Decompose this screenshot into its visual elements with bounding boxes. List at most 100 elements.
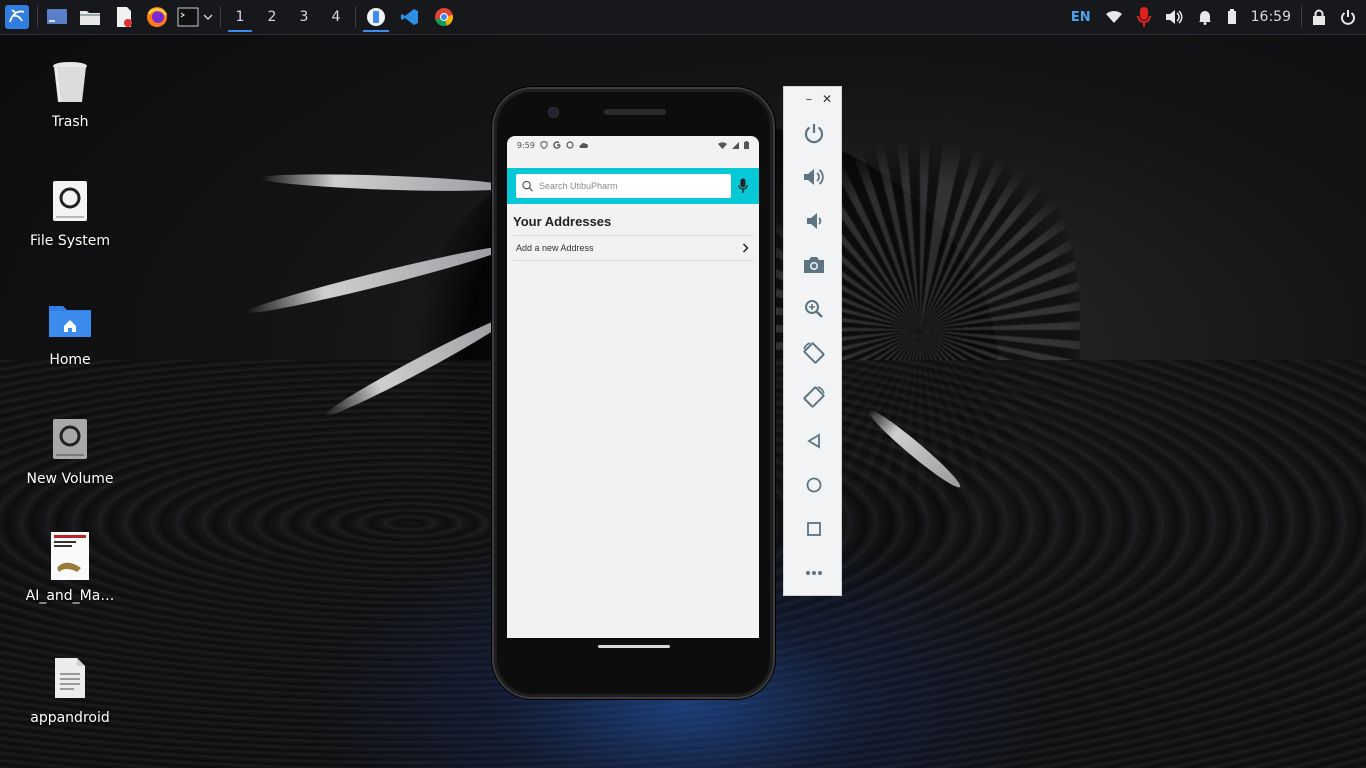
volume-down-icon bbox=[806, 213, 821, 229]
show-desktop-button[interactable] bbox=[41, 0, 73, 34]
drive-icon bbox=[53, 181, 87, 221]
search-input[interactable] bbox=[533, 181, 725, 191]
battery-icon bbox=[744, 141, 749, 149]
camera-icon bbox=[803, 257, 824, 273]
more-options-button[interactable] bbox=[784, 551, 843, 595]
android-emulator-icon bbox=[367, 8, 385, 26]
cloud-icon bbox=[579, 142, 588, 148]
emulator-toolbar: – ✕ bbox=[783, 86, 842, 596]
drive-icon bbox=[53, 419, 87, 459]
wifi-icon bbox=[718, 141, 727, 149]
chrome-window-button[interactable] bbox=[427, 0, 461, 34]
desktop-icon-label: AI_and_Ma… bbox=[25, 588, 115, 604]
clock[interactable]: 16:59 bbox=[1244, 0, 1298, 34]
phone-screen[interactable]: 9:59 Your Addresses Add bbox=[507, 136, 759, 638]
home-button[interactable] bbox=[784, 463, 843, 507]
desktop-icon-file-system[interactable]: File System bbox=[14, 177, 126, 249]
sync-icon bbox=[566, 141, 574, 149]
text-editor-icon bbox=[117, 7, 132, 27]
workspace-1-button[interactable]: 1 bbox=[224, 0, 256, 34]
volume-button[interactable] bbox=[1158, 0, 1190, 34]
desktop-icon-label: Trash bbox=[51, 114, 89, 130]
terminal-icon bbox=[177, 7, 199, 27]
workspace-4-button[interactable]: 4 bbox=[320, 0, 352, 34]
vscode-icon bbox=[401, 9, 418, 25]
volume-down-button[interactable] bbox=[784, 199, 843, 243]
add-address-label: Add a new Address bbox=[516, 243, 594, 253]
chrome-icon bbox=[435, 8, 454, 27]
home-circle-icon bbox=[806, 477, 821, 493]
volume-up-button[interactable] bbox=[784, 155, 843, 199]
logout-button[interactable] bbox=[1333, 0, 1366, 34]
desktop-icon-appandroid[interactable]: appandroid bbox=[14, 654, 126, 726]
desktop-icon-ai-book-pdf[interactable]: AI_and_Ma… bbox=[14, 532, 126, 604]
kali-menu-button[interactable] bbox=[0, 0, 34, 34]
search-box[interactable] bbox=[516, 174, 731, 198]
add-address-row[interactable]: Add a new Address bbox=[513, 236, 753, 260]
microphone-icon bbox=[738, 178, 748, 193]
back-triangle-icon bbox=[806, 433, 820, 449]
cell-signal-icon bbox=[732, 141, 739, 149]
android-emulator-device: 9:59 Your Addresses Add bbox=[492, 87, 775, 699]
rotate-left-icon bbox=[802, 342, 824, 364]
system-tray: EN 16:59 bbox=[1064, 0, 1366, 34]
battery-indicator[interactable] bbox=[1220, 0, 1244, 34]
speaker-icon bbox=[1165, 10, 1183, 24]
rotate-right-button[interactable] bbox=[784, 375, 843, 419]
lock-screen-button[interactable] bbox=[1305, 0, 1333, 34]
desktop-icon-new-volume[interactable]: New Volume bbox=[14, 415, 126, 487]
vscode-window-button[interactable] bbox=[393, 0, 427, 34]
microphone-muted-icon bbox=[1136, 7, 1151, 27]
terminal-launcher[interactable] bbox=[173, 0, 217, 34]
front-camera bbox=[548, 107, 559, 118]
emulator-window-controls: – ✕ bbox=[784, 87, 841, 111]
text-file-icon bbox=[55, 658, 85, 698]
rotate-left-button[interactable] bbox=[784, 331, 843, 375]
power-icon bbox=[1341, 10, 1355, 25]
overview-button[interactable] bbox=[784, 507, 843, 551]
divider bbox=[513, 260, 753, 261]
google-icon bbox=[553, 141, 561, 149]
rotate-right-icon bbox=[803, 386, 825, 408]
file-manager-launcher[interactable] bbox=[73, 0, 107, 34]
gesture-home-bar[interactable] bbox=[598, 645, 670, 648]
desktop-icon-trash[interactable]: Trash bbox=[14, 58, 126, 130]
chevron-down-icon[interactable] bbox=[203, 12, 213, 22]
pdf-thumbnail-icon bbox=[51, 532, 89, 580]
screenshot-button[interactable] bbox=[784, 243, 843, 287]
power-icon bbox=[804, 124, 823, 144]
home-folder-icon bbox=[49, 306, 91, 337]
notifications-button[interactable] bbox=[1190, 0, 1220, 34]
power-button[interactable] bbox=[784, 111, 843, 155]
back-button[interactable] bbox=[784, 419, 843, 463]
text-editor-launcher[interactable] bbox=[107, 0, 141, 34]
wifi-icon bbox=[1105, 10, 1122, 23]
voice-search-button[interactable] bbox=[733, 178, 753, 194]
zoom-button[interactable] bbox=[784, 287, 843, 331]
battery-icon bbox=[1227, 9, 1236, 24]
workspace-2-button[interactable]: 2 bbox=[256, 0, 288, 34]
desktop-icon bbox=[47, 9, 67, 24]
earpiece-speaker bbox=[604, 109, 666, 115]
emulator-window-button[interactable] bbox=[359, 0, 393, 34]
close-icon[interactable]: ✕ bbox=[822, 92, 832, 106]
desktop-icon-label: New Volume bbox=[26, 471, 114, 487]
zoom-in-icon bbox=[804, 300, 823, 318]
firefox-launcher[interactable] bbox=[141, 0, 173, 34]
shield-icon bbox=[540, 141, 548, 149]
workspace-3-button[interactable]: 3 bbox=[288, 0, 320, 34]
network-button[interactable] bbox=[1098, 0, 1130, 34]
desktop-icon-home[interactable]: Home bbox=[14, 296, 126, 368]
volume-up-icon bbox=[803, 169, 824, 185]
desktop-icon-label: Home bbox=[49, 352, 91, 368]
lock-icon bbox=[1313, 9, 1325, 25]
kali-dragon-icon bbox=[5, 5, 29, 29]
microphone-button[interactable] bbox=[1130, 0, 1158, 34]
top-panel: 1 2 3 4 EN 16:59 bbox=[0, 0, 1366, 35]
keyboard-layout-indicator[interactable]: EN bbox=[1064, 0, 1098, 34]
bell-icon bbox=[1198, 11, 1211, 25]
search-icon bbox=[522, 180, 533, 192]
desktop-icon-label: appandroid bbox=[30, 710, 110, 726]
minimize-icon[interactable]: – bbox=[806, 92, 812, 106]
app-search-bar bbox=[507, 168, 759, 204]
